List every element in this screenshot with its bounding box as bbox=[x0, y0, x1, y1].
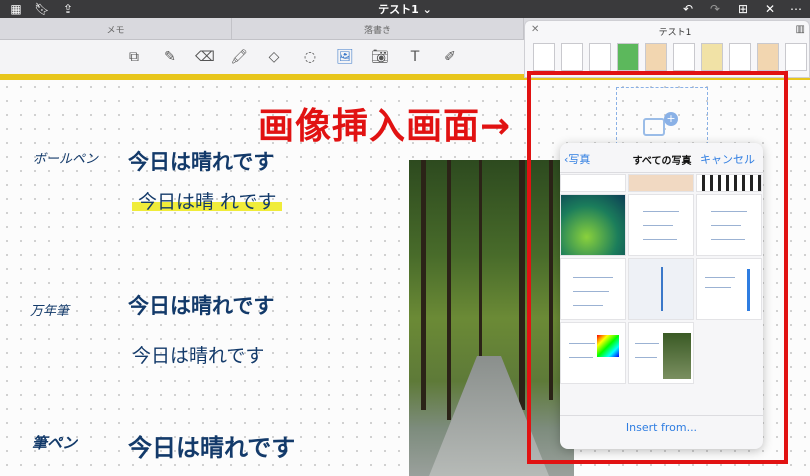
lasso-icon[interactable]: ◌ bbox=[300, 47, 320, 67]
fountain-pen-label: 万年筆 bbox=[30, 304, 70, 319]
tab-label: 落書き bbox=[363, 25, 391, 36]
ballpoint-label: ボールペン bbox=[33, 152, 99, 167]
fountain-sample: 今日は晴れです bbox=[128, 293, 275, 318]
top-bar: ▦ 🔖︎ ⇪ テスト1 ⌄ ↶ ↷ ⊞ ✕ ⋯ bbox=[0, 0, 810, 18]
page-thumbnail[interactable] bbox=[729, 43, 751, 71]
pen-icon[interactable]: ✎ bbox=[160, 47, 180, 67]
page-thumbnail[interactable] bbox=[785, 43, 807, 71]
image-icon[interactable]: 🖼︎ bbox=[335, 47, 355, 67]
undo-icon[interactable]: ↶ bbox=[680, 1, 696, 17]
document-title[interactable]: テスト1 ⌄ bbox=[340, 1, 470, 17]
camera-icon[interactable]: 📷︎ bbox=[370, 47, 390, 67]
laser-icon[interactable]: ✐ bbox=[440, 47, 460, 67]
page-icon[interactable]: ⧉ bbox=[124, 47, 144, 67]
page-thumbnail[interactable] bbox=[561, 43, 583, 71]
page-thumbnail[interactable] bbox=[757, 43, 779, 71]
brush-sample: 今日は晴れです bbox=[128, 433, 296, 462]
tab-memo[interactable]: メモ bbox=[0, 18, 232, 40]
page-thumbnail[interactable] bbox=[645, 43, 667, 71]
ballpoint-sample: 今日は晴れです bbox=[128, 149, 275, 174]
eraser-icon[interactable]: ⌫ bbox=[195, 47, 215, 67]
text-icon[interactable]: T bbox=[405, 47, 425, 67]
ballpoint-sample-highlighted: 今日は晴 れです bbox=[132, 187, 283, 214]
page-thumbnail[interactable] bbox=[673, 43, 695, 71]
shapes-icon[interactable]: ◇ bbox=[264, 47, 284, 67]
fountain-sample-thin: 今日は晴れです bbox=[132, 345, 265, 367]
close-icon[interactable]: ✕ bbox=[531, 24, 539, 35]
tab-rakugaki[interactable]: 落書き bbox=[232, 18, 524, 40]
brush-pen-label: 筆ペン bbox=[32, 434, 78, 452]
add-page-icon[interactable]: ⊞ bbox=[735, 1, 751, 17]
more-icon[interactable]: ⋯ bbox=[788, 1, 804, 17]
grid-view-icon[interactable]: ▦ bbox=[8, 1, 24, 17]
panel-title: テスト1 bbox=[658, 28, 692, 38]
page-thumbnail[interactable] bbox=[589, 43, 611, 71]
grid-icon[interactable]: ▥ bbox=[796, 24, 805, 35]
page-thumbnail[interactable] bbox=[701, 43, 723, 71]
redo-icon[interactable]: ↷ bbox=[707, 1, 723, 17]
page-thumbnail[interactable] bbox=[617, 43, 639, 71]
highlighter-icon[interactable]: 🖍︎ bbox=[229, 47, 249, 67]
tab-label: メモ bbox=[106, 25, 125, 36]
page-thumbnail-panel: ✕ テスト1 ▥ bbox=[524, 20, 810, 78]
share-icon[interactable]: ⇪ bbox=[60, 1, 76, 17]
close-icon[interactable]: ✕ bbox=[762, 1, 778, 17]
annotation-frame bbox=[527, 71, 788, 464]
annotation-label: 画像挿入画面→ bbox=[258, 106, 512, 147]
bookmark-icon[interactable]: 🔖︎ bbox=[34, 1, 50, 17]
page-thumbnail[interactable] bbox=[533, 43, 555, 71]
